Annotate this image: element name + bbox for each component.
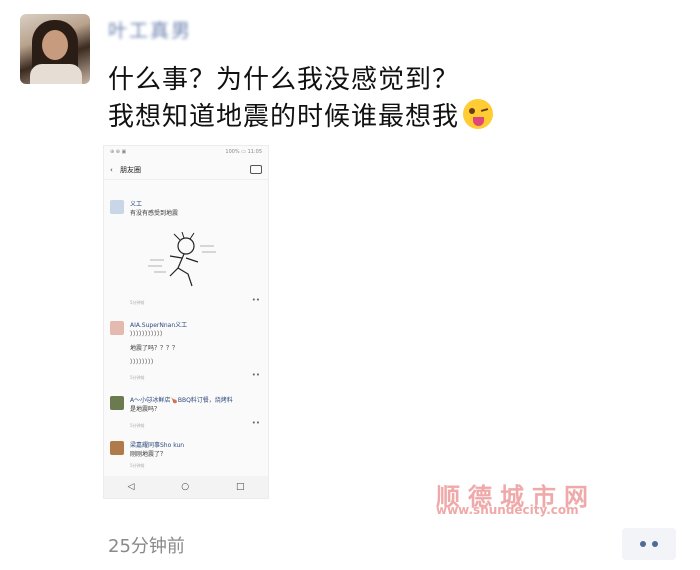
phone-status-bar: ⊕ ⊕ ▣ 100% ▭ 11:05: [104, 146, 268, 160]
post-time: 5分钟前: [130, 375, 145, 380]
post-name: 义工: [130, 201, 143, 208]
avatar-face: [42, 30, 68, 60]
phone-post: AIA.SuperNnan义工 ））））））））））） 地震了吗？？？？ ）））…: [110, 321, 262, 381]
post-avatar: [110, 200, 124, 214]
phone-post: 义工 有没有感受到地震 5分钟前 ••: [110, 200, 262, 310]
recents-nav-icon[interactable]: □: [236, 482, 245, 492]
post-text-2: 地震了吗？？？？: [130, 345, 179, 352]
post-text: ）））））））））））: [130, 331, 167, 338]
status-right: 100% ▭ 11:05: [225, 149, 262, 155]
avatar-shirt: [30, 64, 82, 84]
post-avatar: [110, 441, 124, 455]
home-nav-icon[interactable]: ○: [181, 482, 189, 492]
post-text-line-1: 什么事？为什么我没感觉到？: [108, 65, 460, 95]
dot-icon: [640, 541, 646, 547]
camera-icon: [250, 165, 262, 174]
post-text: 有没有感受到地震: [130, 210, 179, 217]
post-name: AIA.SuperNnan义工: [130, 322, 188, 329]
back-nav-icon[interactable]: ◁: [127, 482, 134, 492]
status-left: ⊕ ⊕ ▣: [110, 149, 127, 155]
wink-tongue-emoji-icon: [463, 99, 494, 129]
phone-title: 朋友圈: [120, 165, 141, 174]
embedded-screenshot[interactable]: ⊕ ⊕ ▣ 100% ▭ 11:05 ‹ 朋友圈 义工 有没有感受到地震 5分钟…: [103, 145, 269, 499]
post-timestamp: 25分钟前: [108, 536, 185, 557]
post-time: 5分钟前: [130, 300, 145, 305]
post-text: 刚刚地震了？: [130, 451, 167, 458]
phone-post: A～小🐱冰鲜店🍗BBQ料订餐，烧烤料 是地震吗？ 5分钟前 ••: [110, 396, 262, 436]
post-time: 5分钟前: [130, 423, 145, 428]
post-more-icon[interactable]: ••: [252, 419, 260, 427]
post-more-icon[interactable]: ••: [252, 296, 260, 304]
post-time: 5分钟前: [130, 463, 145, 468]
phone-post: 梁嘉耀同事Sho kun 刚刚地震了？ 5分钟前: [110, 441, 262, 471]
post-text-line-2: 我想知道地震的时候谁最想我: [108, 96, 494, 133]
phone-bottom-nav: ◁ ○ □: [104, 476, 268, 498]
post-name: 梁嘉耀同事Sho kun: [130, 442, 185, 449]
watermark-url: www.shundecity.com: [436, 503, 579, 517]
avatar[interactable]: [20, 14, 90, 84]
running-figure-sketch: [148, 232, 216, 287]
post-avatar: [110, 321, 124, 335]
back-icon: ‹: [110, 165, 113, 174]
username[interactable]: 叶工真男: [108, 16, 192, 43]
post-text: 是地震吗？: [130, 406, 161, 413]
phone-nav-bar: ‹ 朋友圈: [104, 160, 268, 180]
post-text-3: ））））））））: [130, 359, 158, 366]
post-name: A～小🐱冰鲜店🍗BBQ料订餐，烧烤料: [130, 397, 233, 404]
post-text-line-2-text: 我想知道地震的时候谁最想我: [108, 102, 460, 132]
dot-icon: [652, 541, 658, 547]
post-avatar: [110, 396, 124, 410]
post-more-icon[interactable]: ••: [252, 371, 260, 379]
more-options-button[interactable]: [622, 528, 676, 560]
